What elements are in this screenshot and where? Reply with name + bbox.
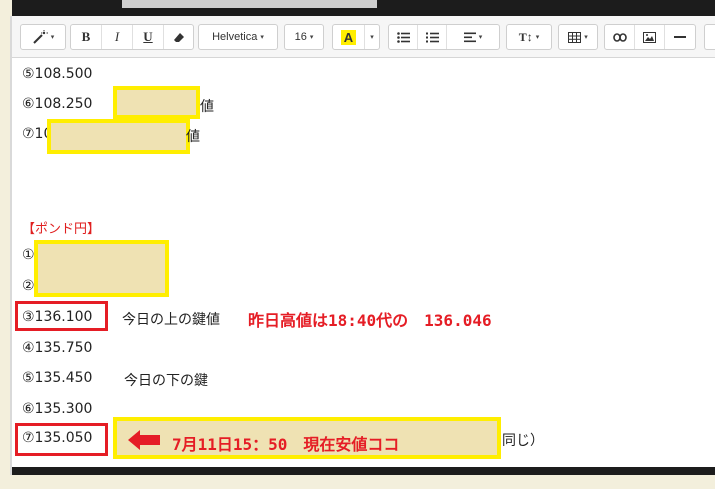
current-low-annotation: 7月11日15：50 現在安値ココ (172, 435, 400, 454)
text-height-select[interactable]: T↕ ▾ (506, 24, 552, 50)
pound-line-7-tail: 同じ） (502, 433, 544, 449)
format-button-group: B I U (70, 24, 194, 50)
bullet-list-button[interactable] (389, 25, 418, 49)
table-caret-icon: ▾ (584, 34, 588, 41)
table-select[interactable]: ▾ (558, 24, 598, 50)
bottom-dark-bar (12, 467, 715, 475)
numbered-list-icon (425, 32, 439, 42)
redacted-highlight (34, 240, 169, 297)
horizontal-rule-icon (674, 36, 686, 38)
line-7-upper-tail: 値 (186, 129, 200, 145)
text-color-button[interactable]: A (333, 25, 365, 49)
line-5-upper: ⑤108.500 (22, 66, 93, 82)
editor-content[interactable]: ⑤108.500 ⑥108.250 値 ⑦10 値 【ポンド円】 ① ② ③13… (12, 59, 715, 467)
image-icon (643, 31, 656, 43)
text-color-group: A ▾ (332, 24, 380, 50)
table-icon (568, 31, 582, 43)
pound-line-4: ④135.750 (22, 340, 93, 356)
text-color-letter: A (340, 29, 357, 45)
top-band (0, 0, 715, 16)
bottom-background (0, 475, 715, 489)
highlight-box-line-7 (15, 423, 108, 456)
font-family-select[interactable]: Helvetica ▾ (198, 24, 278, 50)
horizontal-rule-button[interactable] (665, 25, 695, 49)
text-height-caret-icon: ▾ (535, 34, 540, 41)
text-color-dropdown[interactable]: ▾ (365, 25, 379, 49)
pound-line-5-note: 今日の下の鍵 (124, 373, 208, 389)
text-height-icon: T↕ (518, 29, 533, 44)
bold-button[interactable]: B (71, 25, 102, 49)
pound-yen-header: 【ポンド円】 (22, 222, 101, 237)
editor-toolbar: ▾ B I U Helvetica ▾ 16 ▾ A ▾ ▾ T↕ ▾ ▾ (12, 16, 715, 58)
pound-line-5: ⑤135.450 (22, 370, 93, 386)
text-color-caret-icon: ▾ (370, 33, 374, 41)
arrow-left-icon (128, 430, 160, 450)
eraser-icon (173, 33, 184, 42)
align-left-icon (463, 32, 476, 42)
line-6-upper: ⑥108.250 (22, 96, 93, 112)
left-background (0, 0, 12, 489)
numbered-list-button[interactable] (418, 25, 447, 49)
redacted-highlight (113, 86, 200, 119)
magic-wand-button[interactable]: ▾ (20, 24, 66, 50)
pound-line-1: ① (22, 247, 35, 263)
align-select[interactable]: ▾ (447, 25, 499, 49)
underline-button[interactable]: U (133, 25, 164, 49)
insert-image-button[interactable] (635, 25, 665, 49)
paragraph-button-group: ▾ (388, 24, 500, 50)
font-family-value: Helvetica (212, 31, 258, 43)
font-size-select[interactable]: 16 ▾ (284, 24, 324, 50)
bullet-list-icon (396, 31, 410, 43)
align-caret-icon: ▾ (478, 33, 483, 41)
pound-line-6: ⑥135.300 (22, 401, 93, 417)
more-button[interactable] (704, 24, 715, 50)
font-family-caret-icon: ▾ (260, 34, 264, 41)
redacted-highlight (47, 119, 190, 154)
insert-link-button[interactable] (605, 25, 635, 49)
font-size-caret-icon: ▾ (309, 34, 314, 41)
font-size-value: 16 (294, 31, 307, 43)
yesterday-high-annotation: 昨日高値は18:40代の 136.046 (248, 311, 492, 330)
pound-line-3-note: 今日の上の鍵値 (122, 312, 220, 328)
magic-wand-icon (33, 30, 48, 44)
line-6-upper-tail: 値 (200, 99, 214, 115)
italic-button[interactable]: I (102, 25, 133, 49)
magic-caret-icon: ▾ (50, 34, 55, 41)
insert-button-group (604, 24, 696, 50)
pound-line-2: ② (22, 278, 35, 294)
clear-format-button[interactable] (164, 25, 193, 49)
top-tab (122, 0, 377, 8)
link-icon (612, 32, 627, 42)
highlight-box-line-3 (15, 301, 108, 331)
